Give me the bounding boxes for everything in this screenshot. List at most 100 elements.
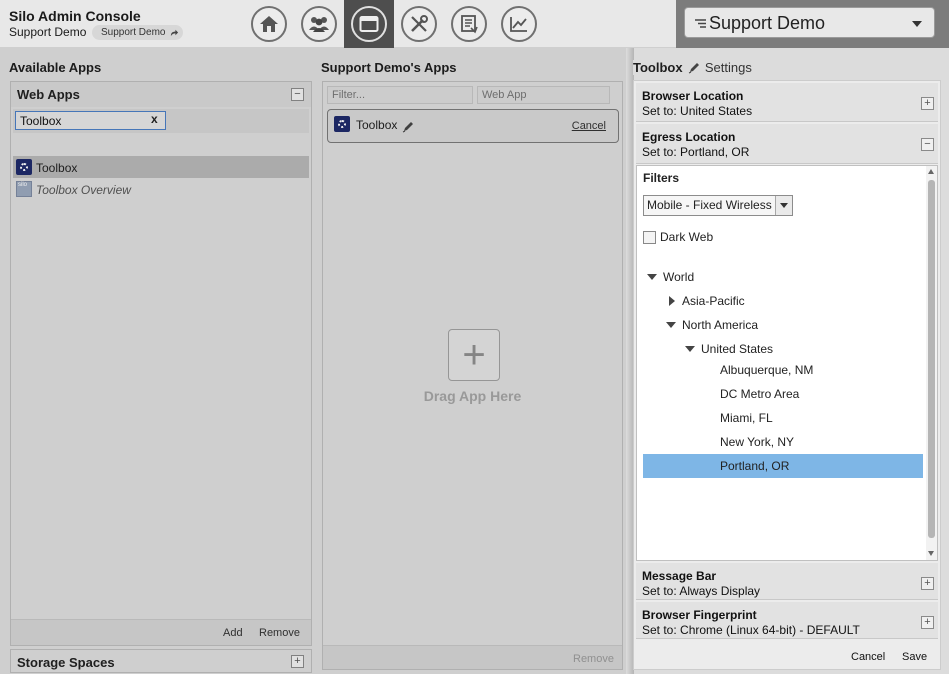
browser-location-section[interactable]: Browser Location Set to: United States + (636, 83, 938, 122)
add-button[interactable]: Add (223, 627, 243, 639)
chevron-down-icon (775, 196, 792, 215)
expand-button[interactable]: + (921, 97, 934, 110)
type-filter-input[interactable] (477, 86, 610, 104)
dark-web-checkbox[interactable] (643, 231, 656, 244)
network-type-select[interactable]: Mobile - Fixed Wireless (643, 195, 793, 216)
dark-web-label: Dark Web (660, 230, 714, 244)
save-button[interactable]: Save (902, 651, 927, 663)
message-bar-section[interactable]: Message Bar Set to: Always Display + (636, 563, 938, 600)
browser-fingerprint-section[interactable]: Browser Fingerprint Set to: Chrome (Linu… (636, 602, 938, 639)
drop-zone-label: Drag App Here (423, 388, 522, 404)
section-name: Browser Fingerprint (642, 608, 757, 622)
tree-label: Albuquerque, NM (720, 363, 814, 377)
assigned-app-card[interactable]: Toolbox Cancel (327, 109, 619, 143)
web-apps-panel: Web Apps − x Toolbox silo Toolbox Overvi… (10, 81, 312, 646)
org-apps-panel: Toolbox Cancel + Drag App Here Remove (322, 81, 623, 670)
nav-analytics-button[interactable] (501, 6, 537, 42)
filter-row (325, 84, 620, 104)
org-switch-chip[interactable]: Support Demo (92, 25, 184, 40)
org-chip-label: Support Demo (101, 27, 166, 38)
left-footer: Add Remove (11, 619, 311, 645)
app-title: Silo Admin Console (9, 8, 141, 24)
nav-home-button[interactable] (251, 6, 287, 42)
tree-label: DC Metro Area (720, 387, 800, 401)
egress-location-section[interactable]: Egress Location Set to: Portland, OR − (636, 124, 938, 164)
storage-spaces-panel[interactable]: Storage Spaces + (10, 649, 312, 673)
app-settings-title: Toolbox (633, 60, 683, 75)
nav-reports-button[interactable] (451, 6, 487, 42)
remove-button[interactable]: Remove (573, 653, 614, 665)
card-cancel-link[interactable]: Cancel (572, 120, 606, 132)
drop-zone-plus-icon[interactable]: + (448, 329, 500, 381)
chart-icon (510, 17, 527, 32)
expand-button[interactable]: + (291, 655, 304, 668)
tree-node-world[interactable]: World (643, 265, 923, 289)
filter-input[interactable] (327, 86, 473, 104)
tree-label: New York, NY (720, 435, 795, 449)
nav-users-button[interactable] (301, 6, 337, 42)
web-apps-header: Web Apps − (11, 82, 311, 107)
section-value: Set to: United States (642, 104, 753, 118)
gear-icon (334, 116, 350, 132)
list-item[interactable]: Toolbox (13, 156, 309, 178)
report-icon (461, 15, 478, 34)
vertical-scrollbar[interactable] (926, 166, 937, 560)
share-arrow-icon (171, 29, 179, 37)
chevron-down-icon (912, 21, 922, 27)
window-icon (359, 16, 379, 32)
tree-node-city[interactable]: New York, NY (643, 430, 923, 454)
scroll-up-icon (928, 169, 934, 174)
assigned-app-label: Toolbox (356, 118, 398, 132)
network-type-value: Mobile - Fixed Wireless (647, 198, 772, 212)
org-select-label: Support Demo (709, 13, 826, 33)
tree-label: Asia-Pacific (682, 294, 745, 308)
menu-lines-icon (695, 19, 706, 28)
app-search-input[interactable] (15, 111, 166, 130)
pencil-icon[interactable] (688, 61, 701, 74)
tree-node-city-selected[interactable]: Portland, OR (643, 454, 923, 478)
remove-button[interactable]: Remove (259, 627, 300, 639)
collapse-button[interactable]: − (921, 138, 934, 151)
nav-tools-button[interactable] (401, 6, 437, 42)
tree-label: United States (701, 342, 774, 356)
tree-node-north-america[interactable]: North America (643, 313, 923, 337)
collapse-button[interactable]: − (291, 88, 304, 101)
expand-button[interactable]: + (921, 577, 934, 590)
scroll-thumb[interactable] (928, 180, 935, 538)
search-row: x (13, 109, 309, 133)
list-item[interactable]: silo Toolbox Overview (13, 178, 309, 200)
available-apps-title: Available Apps (9, 60, 102, 75)
org-apps-title: Support Demo's Apps (321, 60, 457, 75)
gear-icon (16, 159, 32, 175)
tree-node-city[interactable]: Albuquerque, NM (643, 358, 923, 382)
cancel-button[interactable]: Cancel (851, 651, 885, 663)
org-select[interactable]: Support Demo (684, 7, 935, 38)
tools-icon (411, 15, 428, 32)
section-name: Egress Location (642, 130, 736, 144)
triangle-down-icon (666, 322, 676, 328)
section-name: Message Bar (642, 569, 717, 583)
tree-node-city[interactable]: Miami, FL (643, 406, 923, 430)
scroll-down-icon (928, 551, 934, 556)
pencil-icon[interactable] (402, 120, 415, 133)
org-select-container: Support Demo (676, 0, 949, 48)
tree-label: Miami, FL (720, 411, 773, 425)
silo-icon: silo (16, 181, 32, 197)
triangle-down-icon (685, 346, 695, 352)
list-item-label: Toolbox (36, 161, 78, 175)
middle-footer: Remove (323, 645, 622, 669)
filters-label: Filters (643, 171, 680, 185)
tree-node-city[interactable]: DC Metro Area (643, 382, 923, 406)
triangle-right-icon (669, 296, 675, 306)
egress-filter-area: Filters Mobile - Fixed Wireless Dark Web… (636, 165, 938, 561)
settings-title-row: Toolbox Settings (633, 60, 752, 75)
expand-button[interactable]: + (921, 616, 934, 629)
tree-node-asia-pacific[interactable]: Asia-Pacific (643, 289, 923, 313)
nav-apps-button[interactable] (344, 0, 394, 48)
home-icon (260, 16, 278, 32)
clear-search-icon[interactable]: x (151, 112, 158, 126)
storage-spaces-title: Storage Spaces (17, 655, 115, 670)
section-value: Set to: Portland, OR (642, 145, 750, 159)
tree-label: World (663, 270, 695, 284)
web-apps-title: Web Apps (17, 87, 80, 102)
